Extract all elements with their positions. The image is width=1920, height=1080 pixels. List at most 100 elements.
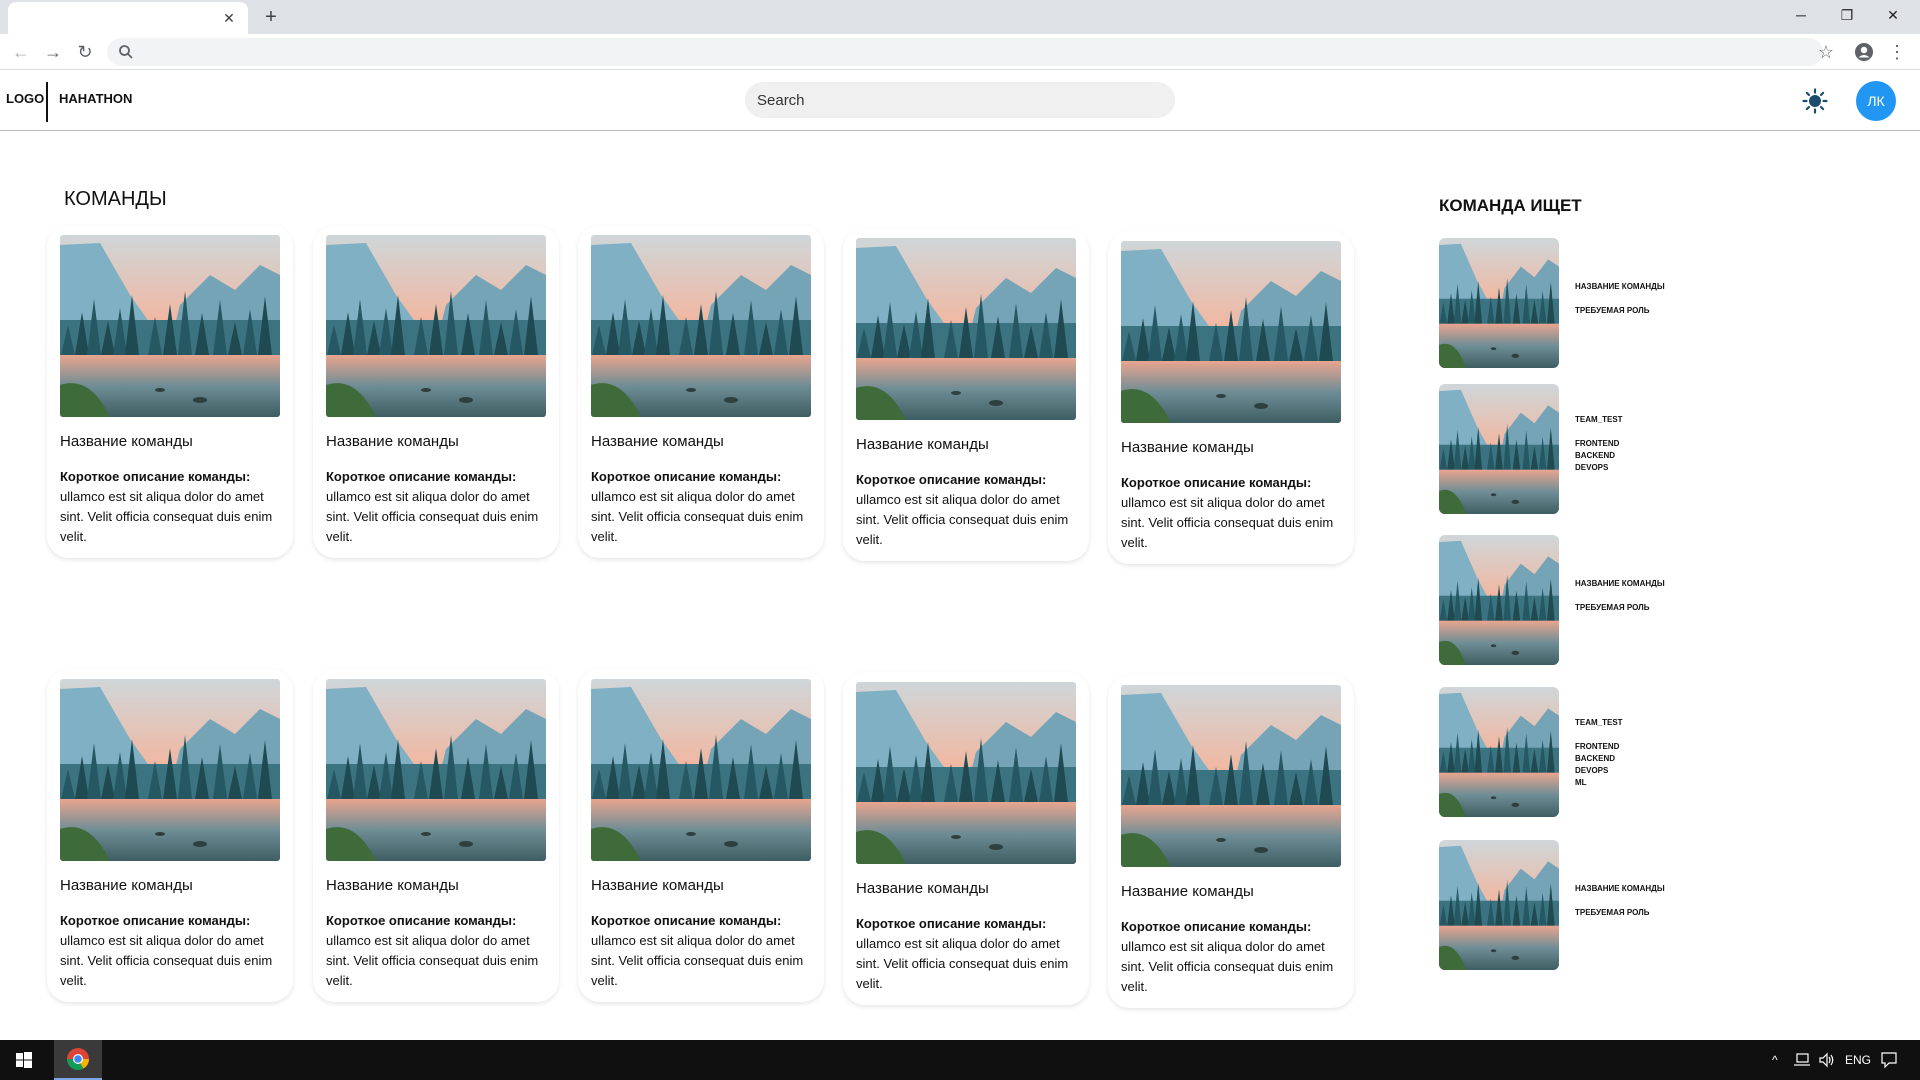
team-card[interactable]: Название команды Короткое описание коман… — [313, 669, 559, 1002]
team-card[interactable]: Название команды Короткое описание коман… — [843, 228, 1089, 561]
profile-icon[interactable] — [1852, 40, 1876, 64]
team-image — [591, 235, 811, 417]
search-item-title: НАЗВАНИЕ КОМАНДЫ — [1575, 579, 1665, 588]
restore-button[interactable]: ❐ — [1824, 0, 1870, 30]
description-text: ullamco est sit aliqua dolor do amet sin… — [591, 933, 804, 988]
team-description: Короткое описание команды: ullamco est s… — [591, 911, 816, 991]
team-card[interactable]: Название команды Короткое описание коман… — [578, 669, 824, 1002]
team-card[interactable]: Название команды Короткое описание коман… — [47, 225, 293, 558]
team-search-item[interactable]: TEAM_TEST FRONTEND BACKEND DEVOPS ML — [1439, 687, 1739, 817]
back-button[interactable]: ← — [9, 40, 33, 64]
team-description: Короткое описание команды: ullamco est s… — [856, 470, 1081, 550]
description-text: ullamco est sit aliqua dolor do amet sin… — [1121, 495, 1334, 550]
search-item-line: FRONTEND — [1575, 742, 1620, 751]
team-image — [856, 238, 1076, 420]
team-image — [60, 679, 280, 861]
search-item-image — [1439, 535, 1559, 665]
windows-icon[interactable] — [0, 1040, 48, 1080]
search-item-line: ТРЕБУЕМАЯ РОЛЬ — [1575, 603, 1650, 612]
bookmark-star-icon[interactable]: ☆ — [1814, 40, 1838, 64]
browser-toolbar: ← → ↻ ☆ ⋮ — [0, 34, 1920, 70]
search-item-title: TEAM_TEST — [1575, 415, 1623, 424]
address-bar[interactable] — [107, 38, 1823, 66]
forward-button[interactable]: → — [41, 40, 65, 64]
team-card[interactable]: Название команды Короткое описание коман… — [1108, 231, 1354, 564]
minimize-button[interactable]: ─ — [1778, 0, 1824, 30]
description-label: Короткое описание команды: — [856, 916, 1047, 931]
team-description: Короткое описание команды: ullamco est s… — [1121, 473, 1346, 553]
reload-button[interactable]: ↻ — [73, 40, 97, 64]
description-label: Короткое описание команды: — [1121, 475, 1312, 490]
sun-icon[interactable] — [1802, 88, 1828, 114]
description-label: Короткое описание команды: — [60, 469, 251, 484]
team-card[interactable]: Название команды Короткое описание коман… — [47, 669, 293, 1002]
language-indicator[interactable]: ENG — [1845, 1050, 1871, 1070]
description-text: ullamco est sit aliqua dolor do amet sin… — [591, 489, 804, 544]
user-avatar[interactable]: ЛК — [1856, 81, 1896, 121]
team-name: Название команды — [591, 877, 724, 894]
search-item-image — [1439, 687, 1559, 817]
network-icon[interactable] — [1793, 1052, 1811, 1068]
team-description: Короткое описание команды: ullamco est s… — [60, 911, 285, 991]
team-description: Короткое описание команды: ullamco est s… — [60, 467, 285, 547]
search-input[interactable] — [757, 82, 1163, 118]
search-item-line: DEVOPS — [1575, 766, 1609, 775]
search-item-image — [1439, 238, 1559, 368]
team-description: Короткое описание команды: ullamco est s… — [1121, 917, 1346, 997]
browser-menu-icon[interactable]: ⋮ — [1885, 40, 1909, 64]
team-search-item[interactable]: НАЗВАНИЕ КОМАНДЫ ТРЕБУЕМАЯ РОЛЬ — [1439, 840, 1739, 970]
description-text: ullamco est sit aliqua dolor do amet sin… — [856, 936, 1069, 991]
description-label: Короткое описание команды: — [856, 472, 1047, 487]
team-image — [60, 235, 280, 417]
brand-name[interactable]: HAHATHON — [59, 91, 132, 106]
team-card[interactable]: Название команды Короткое описание коман… — [313, 225, 559, 558]
page-title: КОМАНДЫ — [64, 188, 167, 210]
search-box — [745, 82, 1175, 118]
description-text: ullamco est sit aliqua dolor do amet sin… — [856, 492, 1069, 547]
team-name: Название команды — [326, 433, 459, 450]
search-item-line: BACKEND — [1575, 754, 1615, 763]
chrome-icon[interactable] — [54, 1040, 102, 1080]
team-search-item[interactable]: НАЗВАНИЕ КОМАНДЫ ТРЕБУЕМАЯ РОЛЬ — [1439, 238, 1739, 368]
team-search-item[interactable]: НАЗВАНИЕ КОМАНДЫ ТРЕБУЕМАЯ РОЛЬ — [1439, 535, 1739, 665]
team-description: Короткое описание команды: ullamco est s… — [326, 911, 551, 991]
team-card[interactable]: Название команды Короткое описание коман… — [843, 672, 1089, 1005]
logo[interactable]: LOGO — [6, 91, 44, 106]
search-item-title: TEAM_TEST — [1575, 718, 1623, 727]
team-card[interactable]: Название команды Короткое описание коман… — [578, 225, 824, 558]
search-item-line: ТРЕБУЕМАЯ РОЛЬ — [1575, 306, 1650, 315]
team-description: Короткое описание команды: ullamco est s… — [326, 467, 551, 547]
windows-taskbar: ^ ENG — [0, 1040, 1920, 1080]
team-image — [326, 235, 546, 417]
header-divider — [46, 82, 48, 122]
search-item-title: НАЗВАНИЕ КОМАНДЫ — [1575, 884, 1665, 893]
description-label: Короткое описание команды: — [60, 913, 251, 928]
team-name: Название команды — [856, 436, 989, 453]
search-item-line: FRONTEND — [1575, 439, 1620, 448]
description-label: Короткое описание команды: — [326, 913, 517, 928]
search-item-title: НАЗВАНИЕ КОМАНДЫ — [1575, 282, 1665, 291]
new-tab-button[interactable]: + — [259, 5, 283, 29]
team-name: Название команды — [1121, 883, 1254, 900]
description-text: ullamco est sit aliqua dolor do amet sin… — [326, 489, 539, 544]
tab-close-icon[interactable]: ✕ — [220, 9, 238, 27]
team-image — [856, 682, 1076, 864]
team-name: Название команды — [591, 433, 724, 450]
description-text: ullamco est sit aliqua dolor do amet sin… — [60, 933, 273, 988]
description-text: ullamco est sit aliqua dolor do amet sin… — [1121, 939, 1334, 994]
team-image — [326, 679, 546, 861]
search-icon — [119, 45, 133, 59]
team-search-item[interactable]: TEAM_TEST FRONTEND BACKEND DEVOPS — [1439, 384, 1739, 514]
close-window-button[interactable]: ✕ — [1870, 0, 1916, 30]
volume-icon[interactable] — [1818, 1052, 1836, 1068]
search-item-image — [1439, 840, 1559, 970]
description-text: ullamco est sit aliqua dolor do amet sin… — [60, 489, 273, 544]
team-name: Название команды — [60, 877, 193, 894]
search-item-line: ML — [1575, 778, 1587, 787]
tray-chevron[interactable]: ^ — [1772, 1050, 1778, 1070]
browser-tab[interactable]: ✕ — [8, 2, 248, 34]
notification-icon[interactable] — [1880, 1051, 1898, 1069]
team-card[interactable]: Название команды Короткое описание коман… — [1108, 675, 1354, 1008]
description-label: Короткое описание команды: — [1121, 919, 1312, 934]
search-item-image — [1439, 384, 1559, 514]
